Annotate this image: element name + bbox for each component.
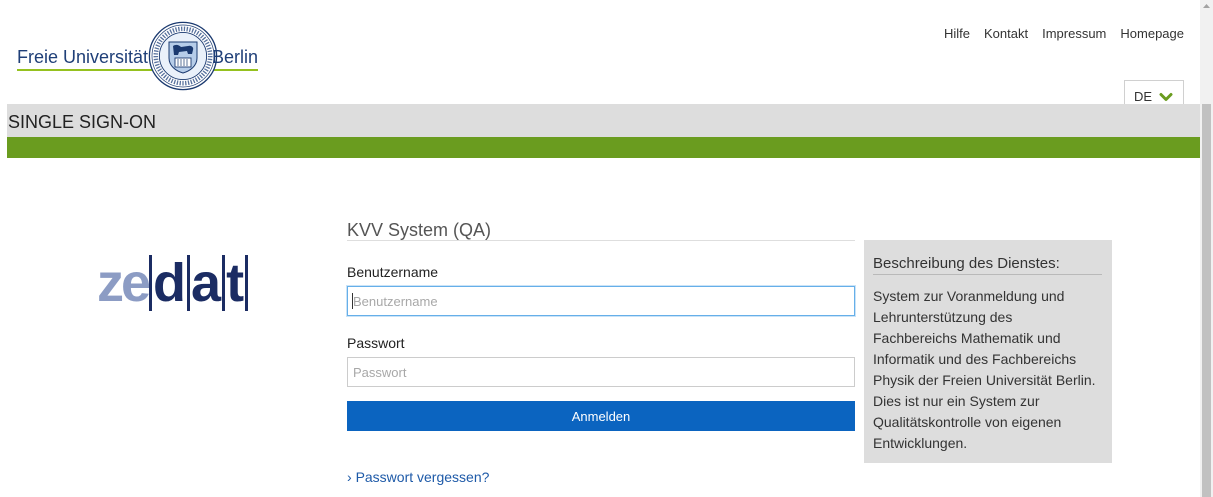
description-line: Entwicklungen. [873, 435, 968, 451]
description-line: Informatik und des Fachbereichs [873, 351, 1077, 367]
login-button[interactable]: Anmelden [347, 401, 855, 431]
forgot-password-link[interactable]: › Passwort vergessen? [347, 467, 489, 487]
description-line: Dies ist nur ein System zur [873, 393, 1040, 409]
zedat-logo-divider [187, 255, 191, 311]
chevron-down-icon [1159, 93, 1173, 101]
zedat-logo: ze d a t [97, 255, 249, 311]
service-title: KVV System (QA) [347, 220, 855, 241]
zedat-logo-ze: ze [97, 253, 151, 313]
language-select-value: DE [1134, 89, 1153, 104]
description-line: System zur Voranmeldung und [873, 288, 1065, 304]
password-input[interactable] [347, 357, 855, 387]
service-description-text: System zur Voranmeldung und Lehrunterstü… [873, 286, 1102, 454]
description-line: Physik der Freien Universität Berlin. [873, 372, 1096, 388]
site-header: Freie Universität Berlin Hilfe Kontakt I… [0, 0, 1200, 113]
forgot-password-label: Passwort vergessen? [355, 469, 490, 485]
university-seal-icon [148, 21, 218, 91]
zedat-logo-divider [149, 255, 153, 311]
service-description-box: Beschreibung des Dienstes: System zur Vo… [864, 240, 1112, 463]
logo-text-freie-universitaet: Freie Universität [17, 47, 149, 67]
description-line: Qualitätskontrolle von eigenen [873, 414, 1062, 430]
nav-link-homepage[interactable]: Homepage [1120, 26, 1184, 42]
page-title-bar: SINGLE SIGN-ON [7, 104, 1200, 137]
description-line: Lehrunterstützung des [873, 309, 1013, 325]
forgot-password-chevron: › [347, 469, 352, 485]
service-description-heading: Beschreibung des Dienstes: [873, 254, 1102, 275]
zedat-logo-divider [222, 255, 226, 311]
logo-text-berlin: Berlin [212, 47, 259, 67]
zedat-logo-letter-d: d [153, 253, 187, 313]
scroll-up-arrow-icon[interactable] [1200, 0, 1213, 13]
zedat-logo-letter-a: a [191, 253, 222, 313]
description-line: Fachbereichs Mathematik und [873, 330, 1061, 346]
logo-underline [17, 69, 258, 71]
password-label: Passwort [347, 335, 405, 351]
fu-berlin-logo[interactable]: Freie Universität Berlin [0, 0, 270, 100]
vertical-scrollbar[interactable] [1200, 0, 1213, 497]
login-form: KVV System (QA) Benutzername Passwort An… [347, 220, 855, 487]
accent-bar [7, 137, 1200, 158]
username-input[interactable] [347, 286, 855, 316]
nav-link-kontakt[interactable]: Kontakt [984, 26, 1028, 42]
nav-link-impressum[interactable]: Impressum [1042, 26, 1106, 42]
zedat-logo-divider [245, 255, 249, 311]
scrollbar-thumb[interactable] [1202, 104, 1211, 497]
username-label: Benutzername [347, 264, 439, 280]
zedat-logo-letter-t: t [226, 253, 245, 313]
page: { "header": { "logo": { "left_text": "Fr… [0, 0, 1213, 497]
top-nav: Hilfe Kontakt Impressum Homepage [944, 26, 1184, 42]
nav-link-hilfe[interactable]: Hilfe [944, 26, 970, 42]
page-title: SINGLE SIGN-ON [8, 112, 157, 132]
text-cursor [352, 293, 353, 309]
